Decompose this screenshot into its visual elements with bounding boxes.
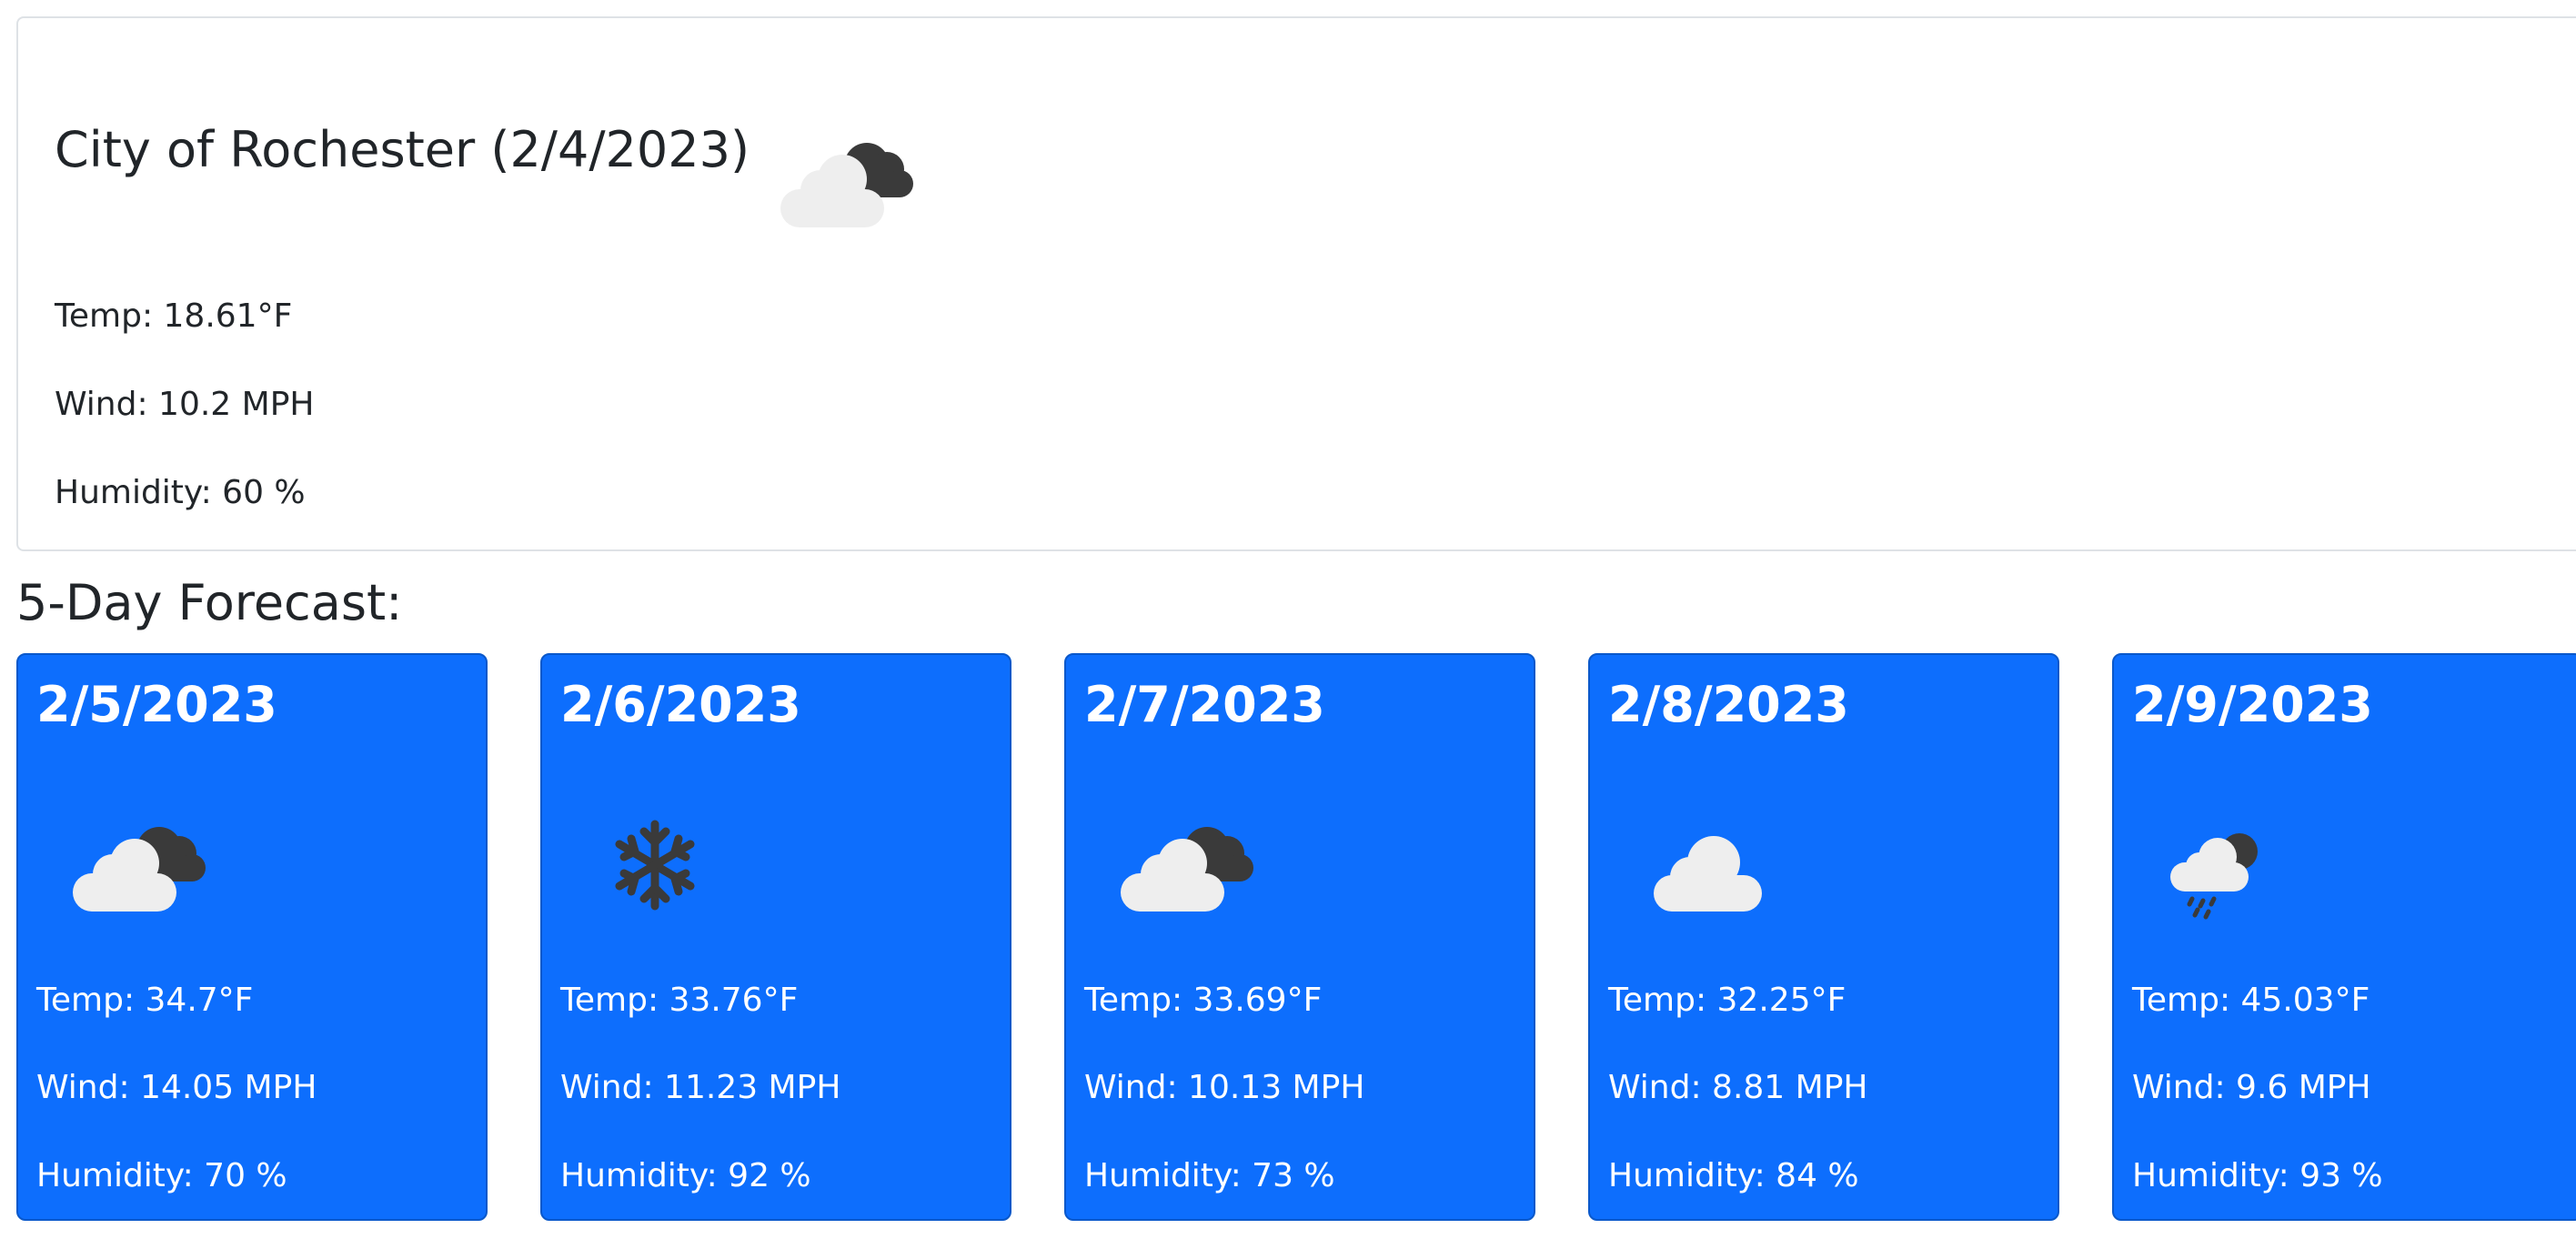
rain-icon: [2150, 797, 2332, 924]
forecast-card-day-3: 2/7/2023 Temp: 33.69°F Wind: 10.13 MPH H…: [1064, 653, 1535, 1221]
forecast-temp: Temp: 45.03°F: [2132, 982, 2370, 1019]
forecast-temp: Temp: 34.7°F: [36, 982, 254, 1019]
forecast-date: 2/9/2023: [2132, 676, 2373, 733]
cloudy-icon: [55, 797, 236, 924]
forecast-card-day-4: 2/8/2023 Temp: 32.25°F Wind: 8.81 MPH Hu…: [1588, 653, 2059, 1221]
forecast-card-day-2: 2/6/2023 Temp: 33.76°F Wind: 11.23 MPH H…: [540, 653, 1011, 1221]
forecast-temp: Temp: 32.25°F: [1608, 982, 1846, 1019]
current-humidity: Humidity: 60 %: [55, 474, 306, 511]
cloud-icon: [1626, 797, 1808, 924]
cloudy-icon: [762, 113, 944, 240]
forecast-humidity: Humidity: 84 %: [1608, 1157, 1859, 1194]
forecast-humidity: Humidity: 93 %: [2132, 1157, 2383, 1194]
forecast-wind: Wind: 9.6 MPH: [2132, 1069, 2371, 1106]
forecast-wind: Wind: 14.05 MPH: [36, 1069, 317, 1106]
forecast-humidity: Humidity: 92 %: [560, 1157, 811, 1194]
forecast-humidity: Humidity: 70 %: [36, 1157, 287, 1194]
forecast-humidity: Humidity: 73 %: [1084, 1157, 1335, 1194]
current-weather-card: City of Rochester (2/4/2023) Temp: 18.61…: [16, 16, 2576, 551]
forecast-wind: Wind: 11.23 MPH: [560, 1069, 841, 1106]
forecast-date: 2/8/2023: [1608, 676, 1849, 733]
forecast-heading: 5-Day Forecast:: [16, 574, 403, 631]
snowflake-icon: [579, 797, 760, 924]
current-temp: Temp: 18.61°F: [55, 297, 293, 335]
current-wind: Wind: 10.2 MPH: [55, 386, 315, 423]
forecast-wind: Wind: 8.81 MPH: [1608, 1069, 1868, 1106]
cloudy-icon: [1102, 797, 1284, 924]
forecast-wind: Wind: 10.13 MPH: [1084, 1069, 1365, 1106]
forecast-date: 2/7/2023: [1084, 676, 1325, 733]
forecast-temp: Temp: 33.76°F: [560, 982, 799, 1019]
forecast-date: 2/6/2023: [560, 676, 801, 733]
forecast-temp: Temp: 33.69°F: [1084, 982, 1323, 1019]
current-city-title: City of Rochester (2/4/2023): [55, 121, 750, 178]
forecast-card-day-1: 2/5/2023 Temp: 34.7°F Wind: 14.05 MPH Hu…: [16, 653, 488, 1221]
forecast-card-day-5: 2/9/2023 Temp: 45.03°F Wind: 9.6 MPH Hum…: [2112, 653, 2576, 1221]
forecast-date: 2/5/2023: [36, 676, 277, 733]
